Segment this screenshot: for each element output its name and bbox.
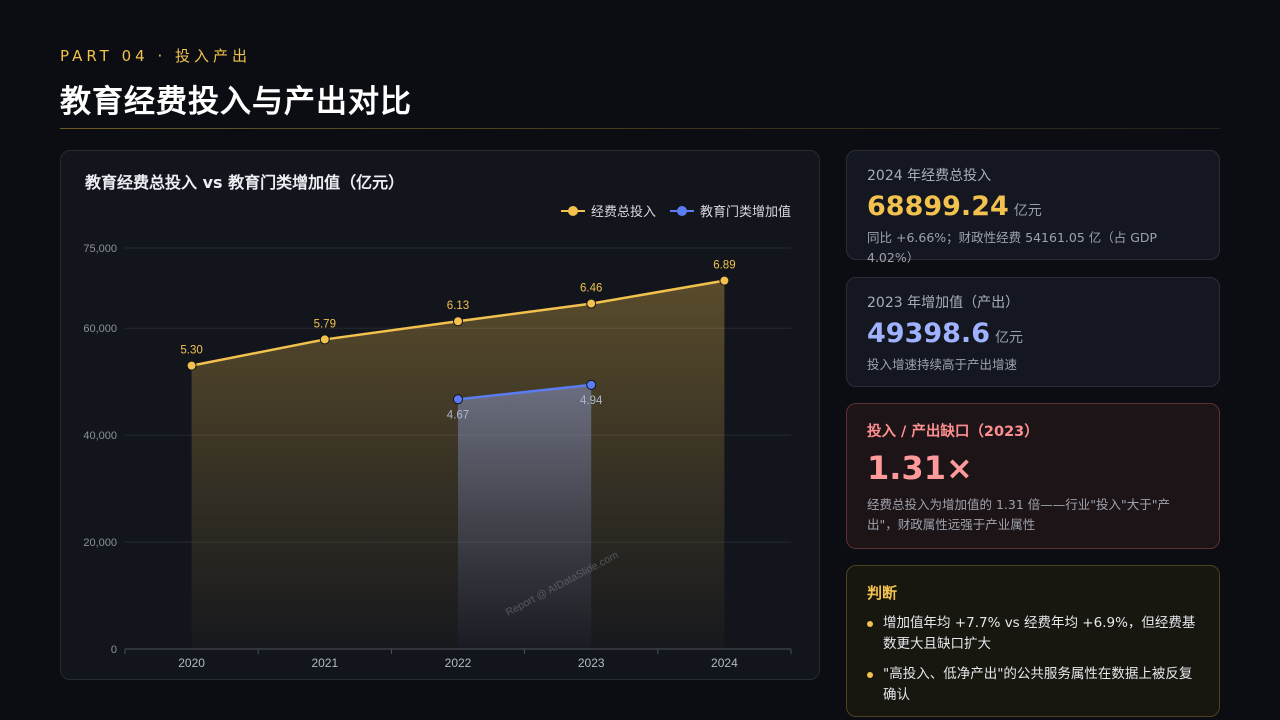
card-gap-note: 经费总投入为增加值的 1.31 倍——行业"投入"大于"产出"，财政属性远强于产… <box>867 497 1171 532</box>
x-tick-label: 2024 <box>711 656 738 670</box>
legend-item-output[interactable]: 教育门类增加值 <box>669 201 791 220</box>
card-total-unit: 亿元 <box>1013 203 1042 219</box>
y-tick-label: 75,000 <box>83 243 117 255</box>
x-tick-label: 2023 <box>578 656 605 670</box>
y-tick-label: 40,000 <box>83 430 117 442</box>
y-tick-label: 60,000 <box>83 323 117 335</box>
data-point <box>586 379 597 390</box>
data-point <box>453 316 463 327</box>
card-output-value-row: 49398.6 亿元 <box>867 318 1199 349</box>
y-tick-label: 20,000 <box>83 537 117 549</box>
card-gap-value: 1.31× <box>867 449 973 487</box>
data-label: 6.46 <box>580 283 602 295</box>
data-label: 5.79 <box>314 318 336 330</box>
card-output-label: 2023 年增加值（产出） <box>867 295 1020 311</box>
card-total-label: 2024 年经费总投入 <box>867 168 992 184</box>
card-total-value-row: 68899.24 亿元 <box>867 191 1199 222</box>
legend-label-input: 经费总投入 <box>590 205 656 220</box>
data-label: 6.13 <box>447 300 469 312</box>
chart-title: 教育经费总投入 vs 教育门类增加值（亿元） <box>85 173 405 192</box>
judgement-item: "高投入、低净产出"的公共服务属性在数据上被反复确认 <box>867 664 1199 706</box>
card-total-value: 68899.24 <box>867 191 1009 222</box>
judgement-item: 增加值年均 +7.7% vs 经费年均 +6.9%，但经费基数更大且缺口扩大 <box>867 613 1199 655</box>
legend-swatch-input <box>560 205 585 216</box>
chart-legend: 经费总投入 教育门类增加值 <box>560 201 791 220</box>
card-judgement: 判断 增加值年均 +7.7% vs 经费年均 +6.9%，但经费基数更大且缺口扩… <box>846 565 1220 717</box>
title-divider <box>60 128 1220 129</box>
card-output-unit: 亿元 <box>994 330 1023 346</box>
chart-svg: 0 20,000 40,000 60,000 75,000 2020 2021 2022 202… <box>83 243 792 670</box>
data-label: 4.67 <box>447 409 469 421</box>
data-point <box>453 394 463 405</box>
judgement-list: 增加值年均 +7.7% vs 经费年均 +6.9%，但经费基数更大且缺口扩大 "… <box>867 613 1199 706</box>
y-tick-label: 0 <box>111 644 117 656</box>
section-eyebrow: PART 04 · 投入产出 <box>60 47 252 65</box>
legend-label-output: 教育门类增加值 <box>699 205 791 220</box>
data-label: 5.30 <box>180 345 202 357</box>
data-label: 6.89 <box>713 260 735 272</box>
judgement-title: 判断 <box>867 584 898 602</box>
legend-item-input[interactable]: 经费总投入 <box>560 201 656 220</box>
chart-panel: 0 20,000 40,000 60,000 75,000 2020 2021 2022 202… <box>60 150 820 680</box>
x-tick-label: 2020 <box>178 656 205 670</box>
card-total-note: 同比 +6.66%；财政性经费 54161.05 亿（占 GDP 4.02%） <box>867 230 1158 265</box>
card-output: 2023 年增加值（产出） 49398.6 亿元 投入增速持续高于产出增速 <box>846 277 1220 387</box>
card-gap-label: 投入 / 产出缺口（2023） <box>867 424 1039 440</box>
card-output-note: 投入增速持续高于产出增速 <box>867 357 1018 372</box>
card-total-input: 2024 年经费总投入 68899.24 亿元 同比 +6.66%；财政性经费 … <box>846 150 1220 265</box>
card-output-value: 49398.6 <box>867 318 990 349</box>
data-point <box>186 360 197 371</box>
x-tick-label: 2022 <box>445 656 472 670</box>
legend-swatch-output <box>669 205 694 216</box>
data-label: 4.94 <box>580 395 603 407</box>
data-point <box>319 334 330 345</box>
page-title: 教育经费投入与产出对比 <box>60 84 412 120</box>
x-tick-label: 2021 <box>311 656 338 670</box>
card-gap: 投入 / 产出缺口（2023） 1.31× 经费总投入为增加值的 1.31 倍—… <box>846 403 1220 549</box>
data-point <box>719 275 730 286</box>
data-point <box>586 298 597 309</box>
